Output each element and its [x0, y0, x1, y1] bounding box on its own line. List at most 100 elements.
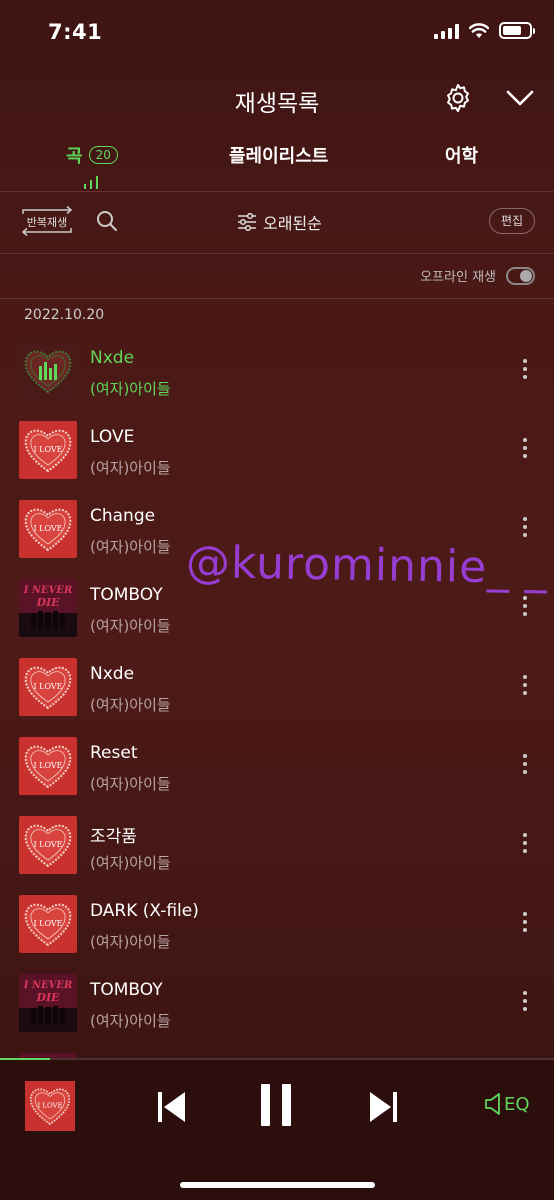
album-cover-i-love: I LOVE: [19, 895, 77, 953]
album-cover-i-never-die: I NEVERDIE: [19, 974, 77, 1032]
svg-text:DIE: DIE: [35, 991, 60, 1004]
chevron-down-icon[interactable]: [504, 84, 536, 112]
album-cover: [19, 342, 77, 400]
song-row[interactable]: I LOVE DARK (X-file) (여자)아이들: [0, 886, 554, 965]
song-row[interactable]: I LOVE Reset (여자)아이들: [0, 728, 554, 807]
song-title: DARK (X-file): [90, 901, 199, 921]
album-cover-i-love: I LOVE: [19, 500, 77, 558]
album-cover: I LOVE: [19, 895, 77, 953]
next-track-icon[interactable]: [368, 1090, 398, 1124]
more-options-icon[interactable]: [516, 754, 534, 780]
more-options-icon[interactable]: [516, 517, 534, 543]
album-cover-heart-playing: [19, 342, 77, 400]
svg-text:I NEVER: I NEVER: [23, 980, 73, 991]
song-artist: (여자)아이들: [90, 459, 171, 477]
now-playing-cover[interactable]: I LOVE: [25, 1081, 75, 1131]
tab-playlist[interactable]: 플레이리스트: [229, 142, 328, 168]
song-row[interactable]: I NEVER DIE TOMBOY (여자)아이들: [0, 965, 554, 1044]
cellular-signal-icon: [434, 23, 459, 39]
album-cover-i-love: I LOVE: [19, 658, 77, 716]
svg-text:I LOVE: I LOVE: [38, 1102, 63, 1110]
song-row[interactable]: I NEVER DIE TOMBOY (여자)아이들: [0, 570, 554, 649]
song-row[interactable]: Nxde (여자)아이들: [0, 333, 554, 412]
song-row[interactable]: I LOVE LOVE (여자)아이들: [0, 412, 554, 491]
album-cover-i-never-die: I NEVERDIE: [19, 579, 77, 637]
offline-play-label: 오프라인 재생: [420, 270, 496, 285]
album-cover-i-love: I LOVE: [19, 421, 77, 479]
pause-icon[interactable]: [258, 1082, 294, 1128]
wifi-icon: [469, 22, 489, 38]
svg-text:DIE: DIE: [35, 596, 60, 609]
gear-icon[interactable]: [442, 82, 474, 114]
album-cover-i-love: I LOVE: [19, 816, 77, 874]
song-artist: (여자)아이들: [90, 696, 171, 714]
album-cover: I NEVERDIE: [19, 974, 77, 1032]
tab-songs-label: 곡: [66, 146, 83, 167]
mini-player: I LOVE EQ: [0, 1058, 554, 1200]
eq-label: EQ: [504, 1093, 530, 1115]
svg-text:I LOVE: I LOVE: [33, 682, 62, 691]
song-title: TOMBOY: [90, 980, 163, 1000]
song-title: Nxde: [90, 348, 135, 368]
sort-label: 오래된순: [263, 214, 322, 233]
song-list: Nxde (여자)아이들 I LOVE LOVE (여자)아이들 I LOVE Change…: [0, 333, 554, 1058]
svg-text:I NEVER: I NEVER: [23, 585, 73, 596]
tab-bar: 곡 20 플레이리스트 어학: [0, 136, 554, 192]
speaker-icon: [485, 1093, 500, 1115]
header: 재생목록: [0, 66, 554, 130]
album-cover: I LOVE: [19, 500, 77, 558]
tab-songs[interactable]: 곡 20: [66, 142, 118, 189]
more-options-icon[interactable]: [516, 833, 534, 859]
date-header: 2022.10.20: [24, 307, 105, 323]
song-artist: (여자)아이들: [90, 1012, 171, 1030]
sort-button[interactable]: 오래된순: [237, 210, 322, 234]
offline-play-toggle[interactable]: [506, 266, 535, 285]
song-title: 조각품: [90, 827, 137, 847]
more-options-icon[interactable]: [516, 912, 534, 938]
song-title: LOVE: [90, 427, 135, 447]
search-icon[interactable]: [96, 210, 118, 232]
song-row[interactable]: I LOVE 조각품 (여자)아이들: [0, 807, 554, 886]
song-title: Reset: [90, 743, 138, 763]
more-options-icon[interactable]: [516, 438, 534, 464]
previous-track-icon[interactable]: [157, 1090, 187, 1124]
song-artist: (여자)아이들: [90, 933, 171, 951]
svg-text:I LOVE: I LOVE: [33, 840, 62, 849]
song-count-badge: 20: [88, 146, 118, 164]
divider: [0, 253, 554, 254]
more-options-icon[interactable]: [516, 991, 534, 1017]
more-options-icon[interactable]: [516, 359, 534, 385]
album-cover-i-love: I LOVE: [25, 1081, 75, 1131]
toolbar: 반복재생 오래된순 편집: [0, 198, 554, 248]
song-row[interactable]: I LOVE Nxde (여자)아이들: [0, 649, 554, 728]
offline-play-row: 오프라인 재생: [420, 266, 535, 285]
more-options-icon[interactable]: [516, 675, 534, 701]
song-title: TOMBOY: [90, 585, 163, 605]
battery-icon: [499, 22, 535, 39]
status-icons: [434, 22, 535, 39]
tab-language[interactable]: 어학: [445, 142, 478, 168]
album-cover: I LOVE: [19, 658, 77, 716]
more-options-icon[interactable]: [516, 596, 534, 622]
song-row-partial[interactable]: I NEVERDIE: [0, 1044, 554, 1058]
song-artist: (여자)아이들: [90, 538, 171, 556]
repeat-label: 반복재생: [26, 216, 68, 229]
repeat-button[interactable]: 반복재생: [19, 204, 75, 238]
album-cover-i-love: I LOVE: [19, 737, 77, 795]
song-title: Change: [90, 506, 156, 526]
home-indicator: [180, 1182, 375, 1188]
svg-text:I LOVE: I LOVE: [33, 761, 62, 770]
sort-filter-icon: [238, 213, 256, 231]
album-cover: I LOVE: [19, 737, 77, 795]
song-artist: (여자)아이들: [90, 617, 171, 635]
svg-text:I LOVE: I LOVE: [33, 524, 62, 533]
progress-track[interactable]: [0, 1058, 554, 1060]
album-cover: I LOVE: [19, 816, 77, 874]
now-playing-bars-icon: [84, 176, 98, 189]
status-bar: 7:41: [0, 0, 554, 66]
status-time: 7:41: [48, 20, 103, 44]
song-row[interactable]: I LOVE Change (여자)아이들: [0, 491, 554, 570]
eq-button[interactable]: EQ: [484, 1092, 530, 1116]
svg-text:I LOVE: I LOVE: [33, 445, 62, 454]
edit-button[interactable]: 편집: [489, 208, 535, 234]
